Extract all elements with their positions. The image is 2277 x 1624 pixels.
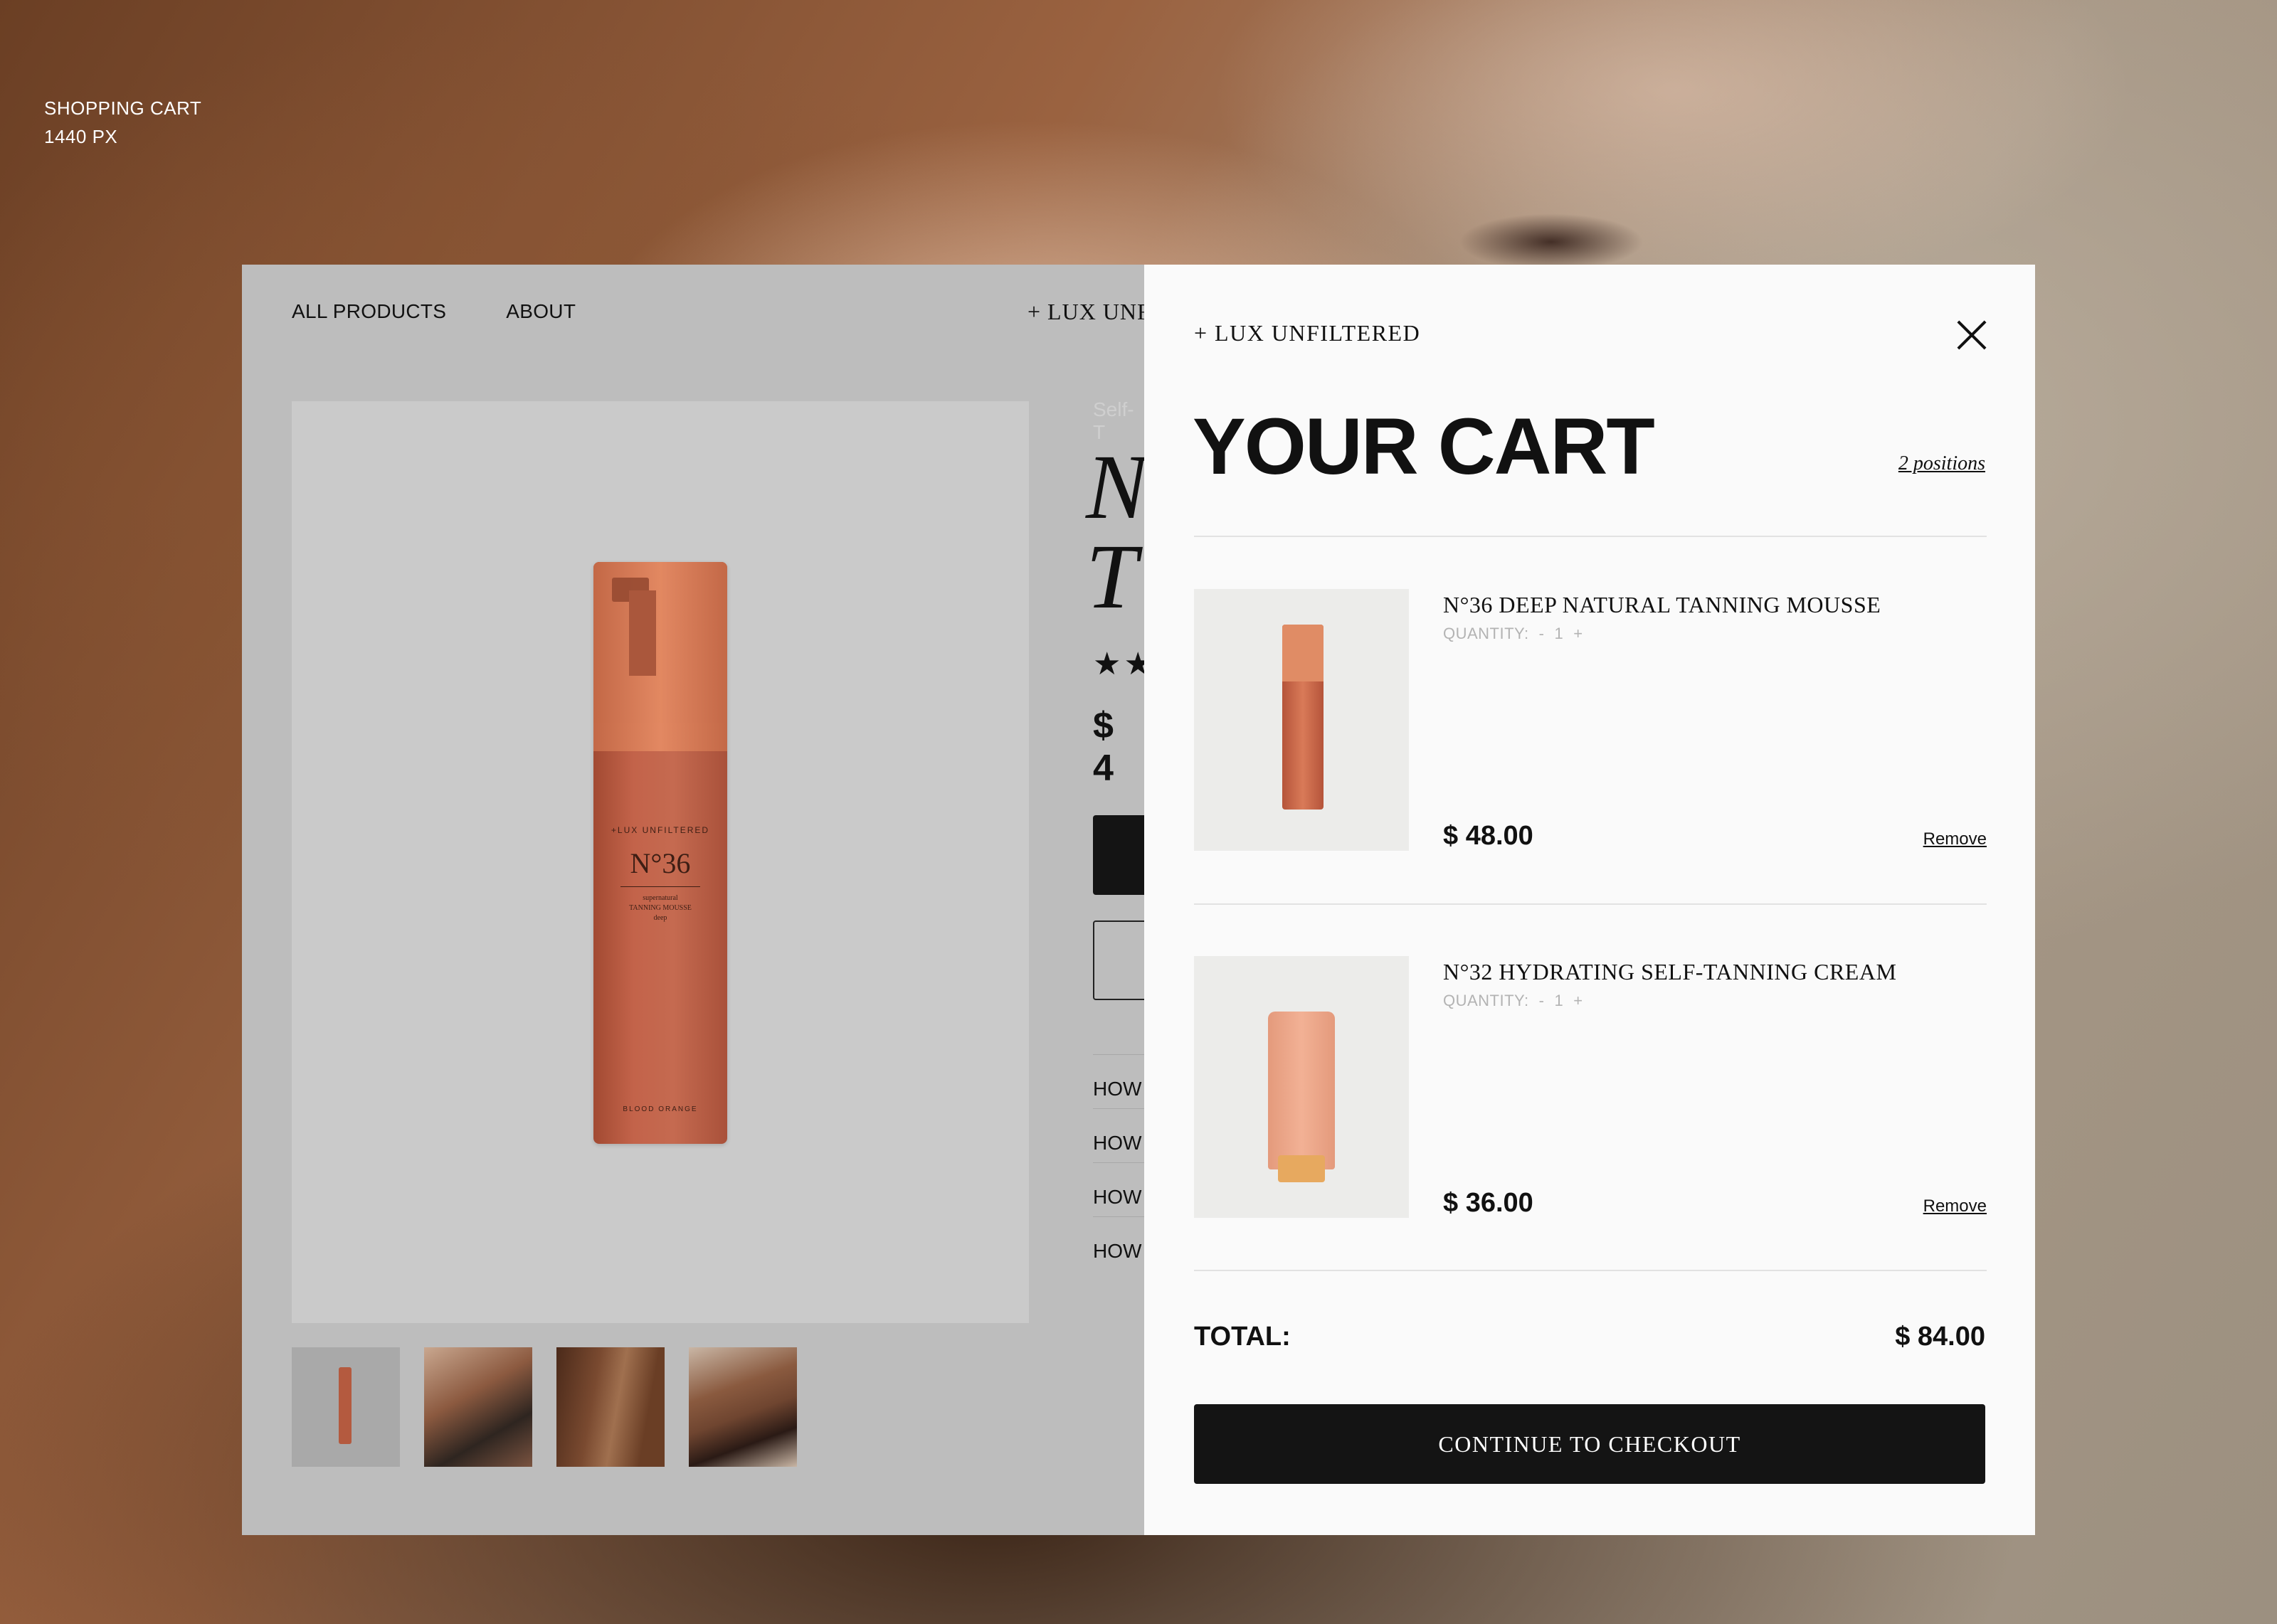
product-hero-image: +LUX UNFILTERED N°36 supernatural TANNIN…	[292, 401, 1029, 1323]
bottle-cap	[1282, 625, 1324, 681]
nav-all-products[interactable]: ALL PRODUCTS	[292, 300, 446, 323]
quantity-increase-button[interactable]: +	[1573, 992, 1583, 1010]
cart-item-name[interactable]: N°36 DEEP NATURAL TANNING MOUSSE	[1443, 592, 1881, 618]
close-icon[interactable]	[1955, 319, 1988, 351]
remove-button[interactable]: Remove	[1923, 829, 1987, 849]
cart-drawer: + LUX UNFILTERED YOUR CART 2 positions N…	[1144, 265, 2035, 1535]
checkout-button[interactable]: CONTINUE TO CHECKOUT	[1194, 1404, 1985, 1484]
thumbnail-2[interactable]	[424, 1347, 532, 1467]
artboard-caption: SHOPPING CART 1440 PX	[44, 94, 201, 151]
product-title: N T	[1086, 436, 1148, 628]
bottle-subtitle: supernatural TANNING MOUSSE deep	[593, 893, 727, 923]
quantity-decrease-button[interactable]: -	[1539, 625, 1545, 643]
divider	[1194, 536, 1987, 537]
thumbnail-1[interactable]	[292, 1347, 400, 1467]
bottle-subtitle-1: supernatural	[643, 894, 678, 902]
cart-item-image[interactable]	[1194, 589, 1409, 851]
cart-brand[interactable]: + LUX UNFILTERED	[1194, 320, 1420, 346]
tanning-mousse-bottle	[1282, 625, 1324, 810]
thumbnail-4[interactable]	[689, 1347, 797, 1467]
cart-count: 2 positions	[1898, 452, 1985, 474]
divider	[1194, 903, 1987, 905]
main-nav: ALL PRODUCTS ABOUT	[292, 300, 576, 323]
browser-frame: ALL PRODUCTS ABOUT + LUX UNFILTERED +LUX…	[242, 265, 2035, 1535]
quantity-label: QUANTITY:	[1443, 625, 1529, 642]
caption-width: 1440 PX	[44, 126, 118, 147]
product-bottle: +LUX UNFILTERED N°36 supernatural TANNIN…	[593, 562, 727, 1144]
product-price: $ 4	[1093, 705, 1114, 789]
cart-title: YOUR CART	[1193, 402, 1655, 491]
cart-item: N°32 HYDRATING SELF-TANNING CREAM QUANTI…	[1194, 956, 1987, 1219]
total-label: TOTAL:	[1194, 1322, 1291, 1352]
cart-item-price: $ 36.00	[1443, 1188, 1533, 1218]
total-value: $ 84.00	[1895, 1322, 1985, 1352]
quantity-value: 1	[1554, 625, 1564, 642]
background-photo-highlight	[1210, 0, 2135, 299]
background-photo-shadow	[1459, 213, 1644, 270]
quantity-stepper: QUANTITY: - 1 +	[1443, 992, 1583, 1010]
self-tanning-cream-tube	[1268, 1012, 1335, 1182]
cart-item: N°36 DEEP NATURAL TANNING MOUSSE QUANTIT…	[1194, 589, 1987, 852]
tube-cap	[1278, 1155, 1325, 1182]
bottle-brand-label: +LUX UNFILTERED	[611, 825, 710, 835]
bottle-number-label: N°36	[630, 847, 691, 879]
bottle-scent-label: BLOOD ORANGE	[623, 1105, 698, 1113]
bottle-pump-stem	[629, 590, 656, 676]
quantity-increase-button[interactable]: +	[1573, 625, 1583, 643]
quantity-stepper: QUANTITY: - 1 +	[1443, 625, 1583, 643]
remove-button[interactable]: Remove	[1923, 1196, 1987, 1216]
product-title-line-2: T	[1086, 526, 1138, 628]
thumbnail-bottle	[339, 1367, 352, 1444]
bottle-cap	[593, 562, 727, 751]
cart-item-price: $ 48.00	[1443, 821, 1533, 851]
bottle-divider	[620, 886, 700, 887]
cart-item-image[interactable]	[1194, 956, 1409, 1218]
quantity-label: QUANTITY:	[1443, 992, 1529, 1009]
product-title-line-1: N	[1086, 436, 1148, 538]
product-page: ALL PRODUCTS ABOUT + LUX UNFILTERED +LUX…	[242, 265, 1247, 1535]
bottle-shade: deep	[653, 914, 667, 922]
quantity-decrease-button[interactable]: -	[1539, 992, 1545, 1010]
caption-title: SHOPPING CART	[44, 97, 202, 119]
thumbnail-strip	[292, 1347, 797, 1467]
cart-item-name[interactable]: N°32 HYDRATING SELF-TANNING CREAM	[1443, 959, 1896, 985]
quantity-value: 1	[1554, 992, 1564, 1009]
divider	[1194, 1270, 1987, 1271]
bottle-subtitle-2: TANNING MOUSSE	[629, 904, 692, 912]
nav-about[interactable]: ABOUT	[506, 300, 576, 323]
thumbnail-3[interactable]	[556, 1347, 665, 1467]
